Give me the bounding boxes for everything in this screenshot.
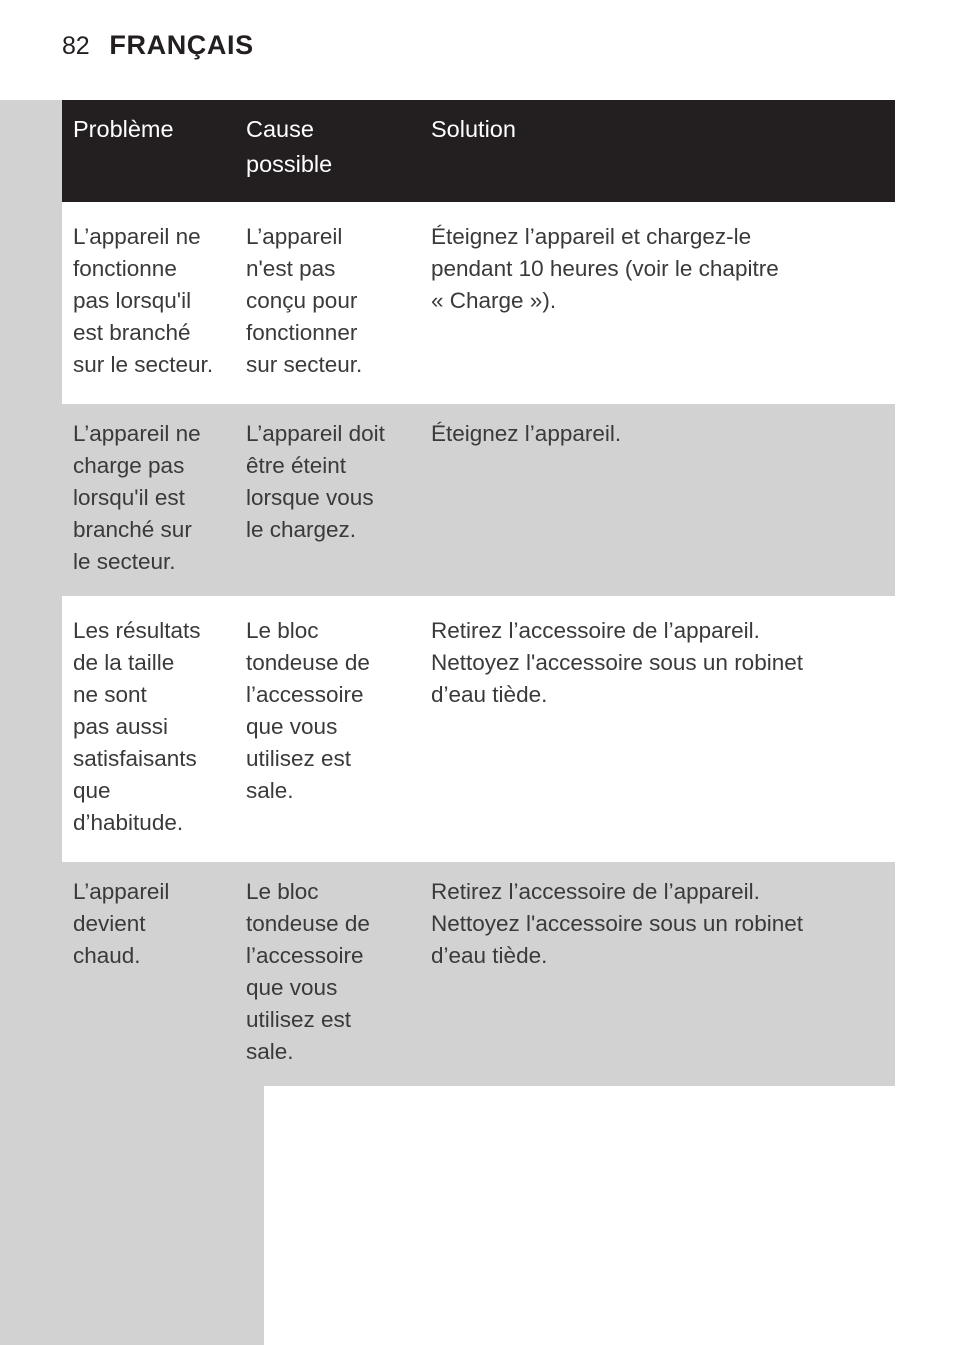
cell-solution-text: Retirez l’accessoire de l’appareil. Nett… [431, 879, 803, 968]
cell-cause-text: L’appareil n'est pas conçu pour fonction… [246, 224, 363, 377]
cell-solution-text: Éteignez l’appareil et chargez-le pendan… [431, 224, 779, 313]
column-header-solution-text: Solution [431, 116, 516, 142]
cell-cause: L’appareil n'est pas conçu pour fonction… [240, 221, 422, 381]
cell-cause-text: L’appareil doit être éteint lorsque vous… [246, 421, 385, 542]
troubleshooting-table: Problème Cause possible Solution L’appar… [62, 100, 895, 1086]
page-number: 82 [62, 32, 90, 60]
column-header-cause: Cause possible [240, 112, 422, 182]
cell-problem: L’appareil ne charge pas lorsqu'il est b… [62, 418, 240, 578]
column-header-solution: Solution [422, 112, 895, 182]
column-header-cause-text: Cause possible [246, 116, 333, 177]
table-row: L’appareil ne fonctionne pas lorsqu'il e… [62, 207, 895, 399]
table-row: Les résultats de la taille ne sont pas a… [62, 601, 895, 857]
cell-problem-text: Les résultats de la taille ne sont pas a… [73, 618, 201, 835]
cell-problem-text: L’appareil ne charge pas lorsqu'il est b… [73, 421, 201, 574]
column-header-problem-text: Problème [73, 116, 174, 142]
cell-cause: Le bloc tondeuse de l’accessoire que vou… [240, 876, 422, 1068]
cell-cause-text: Le bloc tondeuse de l’accessoire que vou… [246, 618, 370, 803]
cell-solution-text: Éteignez l’appareil. [431, 421, 622, 446]
cell-problem: Les résultats de la taille ne sont pas a… [62, 615, 240, 839]
cell-cause-text: Le bloc tondeuse de l’accessoire que vou… [246, 879, 370, 1064]
cell-problem: L’appareil ne fonctionne pas lorsqu'il e… [62, 221, 240, 381]
left-margin-band-upper [0, 100, 62, 1018]
column-header-problem: Problème [62, 112, 240, 182]
table-header-row: Problème Cause possible Solution [62, 100, 895, 202]
cell-solution: Retirez l’accessoire de l’appareil. Nett… [422, 615, 895, 839]
cell-cause: Le bloc tondeuse de l’accessoire que vou… [240, 615, 422, 839]
cell-problem-text: L’appareil devient chaud. [73, 879, 170, 968]
cell-cause: L’appareil doit être éteint lorsque vous… [240, 418, 422, 578]
cell-solution: Éteignez l’appareil et chargez-le pendan… [422, 221, 895, 381]
table-row: L’appareil ne charge pas lorsqu'il est b… [62, 404, 895, 596]
section-title: FRANÇAIS [109, 30, 254, 60]
cell-problem-text: L’appareil ne fonctionne pas lorsqu'il e… [73, 224, 214, 377]
running-head: 82 FRANÇAIS [62, 30, 254, 61]
cell-solution-text: Retirez l’accessoire de l’appareil. Nett… [431, 618, 803, 707]
cell-solution: Retirez l’accessoire de l’appareil. Nett… [422, 876, 895, 1068]
cell-problem: L’appareil devient chaud. [62, 876, 240, 1068]
cell-solution: Éteignez l’appareil. [422, 418, 895, 578]
table-row: L’appareil devient chaud. Le bloc tondeu… [62, 862, 895, 1086]
document-page: 82 FRANÇAIS Problème Cause possible Solu… [0, 0, 954, 1345]
